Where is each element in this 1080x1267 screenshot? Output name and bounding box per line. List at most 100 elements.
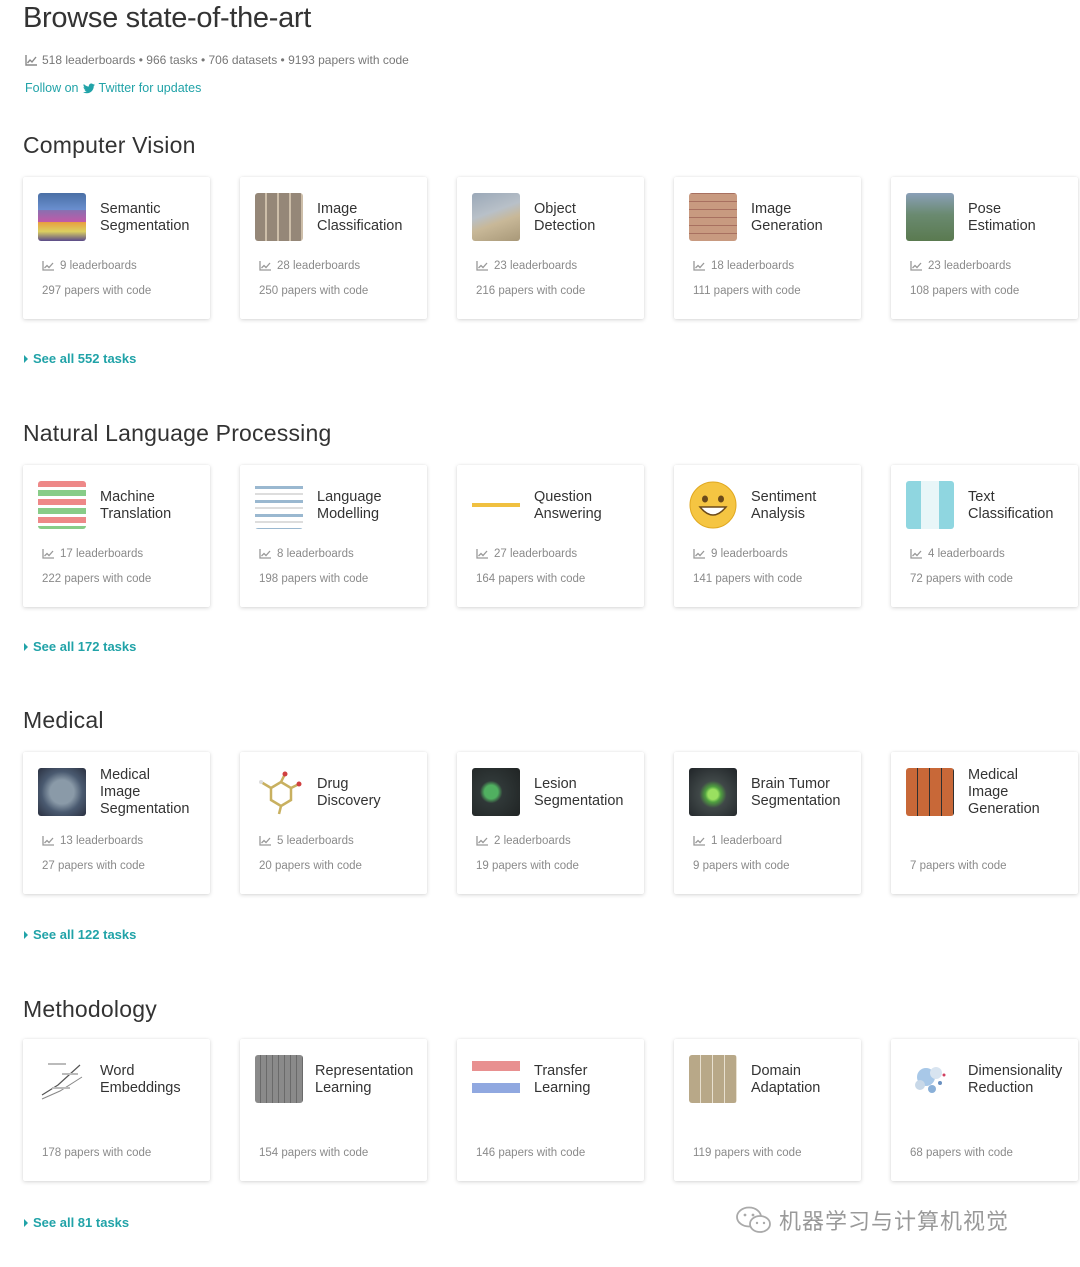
task-card[interactable]: Language Modelling 8 leaderboards 198 pa… (240, 465, 427, 607)
see-all-tasks-link[interactable]: See all 81 tasks (24, 1215, 129, 1230)
papers-count: 68 papers with code (910, 1147, 1013, 1159)
task-card[interactable]: Medical Image Segmentation 13 leaderboar… (23, 752, 210, 894)
papers-count: 27 papers with code (42, 860, 145, 872)
leaderboard-count: 27 leaderboards (476, 548, 577, 560)
gray-grid-thumb (255, 1055, 303, 1103)
task-title: Word Embeddings (100, 1062, 181, 1096)
page-title: Browse state-of-the-art (23, 2, 312, 34)
line-chart-icon (910, 261, 922, 271)
street-photo-thumb (472, 193, 520, 241)
task-title: Dimensionality Reduction (968, 1062, 1063, 1096)
scatter-cloud-icon (915, 1067, 946, 1093)
task-card[interactable]: Medical Image Generation 7 papers with c… (891, 752, 1078, 894)
leaderboard-count: 2 leaderboards (476, 835, 571, 847)
papers-count: 154 papers with code (259, 1147, 369, 1159)
section-title: Computer Vision (23, 132, 196, 158)
papers-count: 198 papers with code (259, 573, 369, 585)
watermark: 机器学习与计算机视觉 (735, 1204, 1009, 1236)
task-card[interactable]: Drug Discovery 5 leaderboards 20 papers … (240, 752, 427, 894)
leaderboard-count: 8 leaderboards (259, 548, 354, 560)
task-card[interactable]: Dimensionality Reduction 68 papers with … (891, 1039, 1078, 1181)
line-chart-icon (476, 549, 488, 559)
section-title: Medical (23, 707, 104, 733)
lesion-scan-thumb (472, 768, 520, 816)
molecule-thumb (255, 768, 303, 816)
papers-count: 216 papers with code (476, 285, 586, 297)
embedding-plot-icon (41, 1063, 83, 1100)
papers-count: 108 papers with code (910, 285, 1020, 297)
see-all-tasks-link[interactable]: See all 552 tasks (24, 351, 136, 366)
leaderboard-text: 13 leaderboards (60, 835, 144, 847)
task-card[interactable]: Word Embeddings 178 papers with code (23, 1039, 210, 1181)
follow-twitter-link[interactable]: Follow on Twitter for updates (25, 81, 201, 95)
text-doc-thumb (472, 481, 520, 529)
leaderboard-text: 8 leaderboards (277, 548, 354, 560)
leaderboard-count: 18 leaderboards (693, 260, 794, 272)
task-card[interactable]: Transfer Learning 146 papers with code (457, 1039, 644, 1181)
tumor-scan-thumb (689, 768, 737, 816)
task-card[interactable]: Brain Tumor Segmentation 1 leaderboard 9… (674, 752, 861, 894)
leaderboard-text: 9 leaderboards (60, 260, 137, 272)
papers-count: 297 papers with code (42, 285, 152, 297)
see-all-tasks-link[interactable]: See all 122 tasks (24, 927, 136, 942)
papers-count: 111 papers with code (693, 285, 801, 297)
task-card[interactable]: Image Generation 18 leaderboards 111 pap… (674, 177, 861, 319)
leaderboard-count: 13 leaderboards (42, 835, 143, 847)
task-card[interactable]: Machine Translation 17 leaderboards 222 … (23, 465, 210, 607)
stats-text: 518 leaderboards • 966 tasks • 706 datas… (42, 53, 409, 67)
task-card[interactable]: Question Answering 27 leaderboards 164 p… (457, 465, 644, 607)
leaderboard-text: 5 leaderboards (277, 835, 354, 847)
scatter-cloud-thumb (906, 1055, 954, 1103)
papers-count: 146 papers with code (476, 1147, 586, 1159)
task-title: Domain Adaptation (751, 1062, 821, 1096)
lm-diagram-thumb (255, 481, 303, 529)
leaderboard-text: 2 leaderboards (494, 835, 571, 847)
site-stats: 518 leaderboards • 966 tasks • 706 datas… (25, 53, 409, 67)
line-chart-icon (25, 54, 37, 66)
molecule-icon (259, 771, 302, 815)
task-card[interactable]: Pose Estimation 23 leaderboards 108 pape… (891, 177, 1078, 319)
papers-count: 119 papers with code (693, 1147, 802, 1159)
line-chart-icon (259, 549, 271, 559)
task-card[interactable]: Object Detection 23 leaderboards 216 pap… (457, 177, 644, 319)
task-card[interactable]: Domain Adaptation 119 papers with code (674, 1039, 861, 1181)
task-card[interactable]: Lesion Segmentation 2 leaderboards 19 pa… (457, 752, 644, 894)
task-card[interactable]: Image Classification 28 leaderboards 250… (240, 177, 427, 319)
leaderboard-count: 23 leaderboards (476, 260, 577, 272)
papers-count: 19 papers with code (476, 860, 579, 872)
smiley-face-icon (689, 481, 737, 529)
task-card[interactable]: Text Classification 4 leaderboards 72 pa… (891, 465, 1078, 607)
caret-right-icon (24, 642, 28, 651)
see-all-label: See all 552 tasks (33, 351, 137, 366)
smiley-thumb (689, 481, 737, 529)
leaderboard-text: 23 leaderboards (494, 260, 578, 272)
task-title: Transfer Learning (534, 1062, 591, 1096)
task-title: Medical Image Generation (968, 767, 1040, 817)
caret-right-icon (24, 930, 28, 939)
text-class-thumb (906, 481, 954, 529)
leaderboard-text: 9 leaderboards (711, 548, 788, 560)
translation-diagram-thumb (38, 481, 86, 529)
leaderboard-text: 27 leaderboards (494, 548, 578, 560)
line-chart-icon (42, 261, 54, 271)
caret-right-icon (24, 1218, 28, 1227)
task-title: Representation Learning (315, 1062, 414, 1096)
line-chart-icon (476, 261, 488, 271)
see-all-tasks-link[interactable]: See all 172 tasks (24, 639, 136, 654)
leaderboard-count: 5 leaderboards (259, 835, 354, 847)
leaderboard-count: 1 leaderboard (693, 835, 782, 847)
line-chart-icon (910, 549, 922, 559)
task-card[interactable]: Semantic Segmentation 9 leaderboards 297… (23, 177, 210, 319)
image-grid-thumb (255, 193, 303, 241)
task-card[interactable]: Representation Learning 154 papers with … (240, 1039, 427, 1181)
leaderboard-text: 1 leaderboard (711, 835, 782, 847)
transfer-diagram-thumb (472, 1055, 520, 1103)
line-chart-icon (259, 836, 271, 846)
task-card[interactable]: Sentiment Analysis 9 leaderboards 141 pa… (674, 465, 861, 607)
caret-right-icon (24, 354, 28, 363)
line-chart-icon (693, 836, 705, 846)
leaderboard-text: 17 leaderboards (60, 548, 144, 560)
line-chart-icon (693, 261, 705, 271)
leaderboard-count: 4 leaderboards (910, 548, 1005, 560)
wechat-icon (736, 1206, 771, 1233)
